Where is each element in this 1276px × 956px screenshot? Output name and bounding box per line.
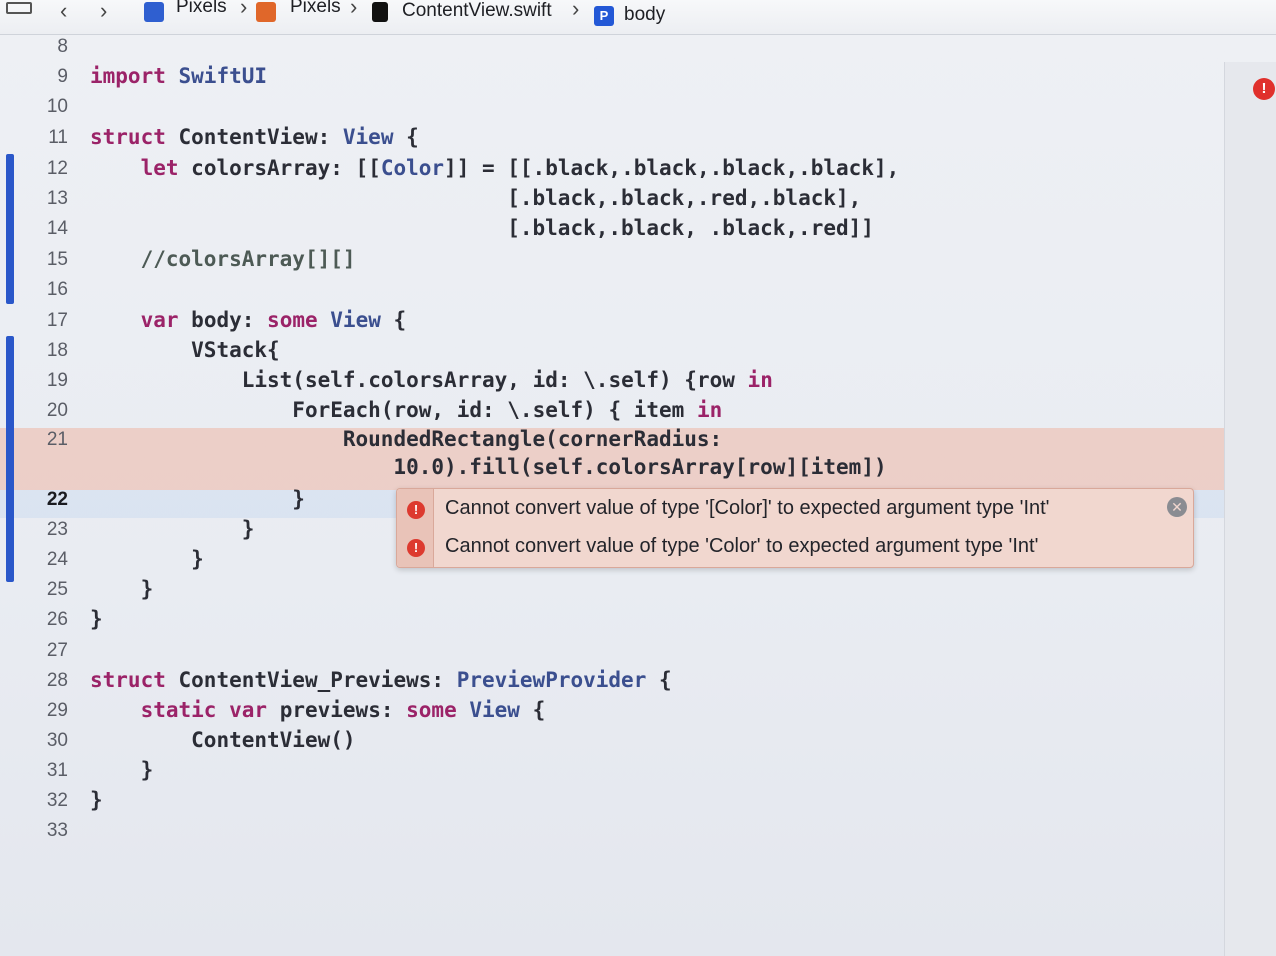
line-number[interactable]: 22 (20, 489, 68, 511)
jumpbar-item-file[interactable]: ContentView.swift (402, 0, 552, 28)
line-number[interactable]: 13 (20, 188, 68, 210)
back-chevron-icon[interactable]: ‹ (60, 0, 67, 24)
line-number[interactable]: 11 (20, 127, 68, 149)
code-line[interactable]: [.black,.black, .black,.red]] (90, 216, 874, 240)
code-line[interactable]: } (90, 607, 103, 631)
separator-chevron-icon: › (240, 0, 248, 19)
code-line[interactable]: } (90, 577, 154, 601)
separator-chevron-icon: › (350, 0, 358, 19)
code-line[interactable]: List(self.colorsArray, id: \.self) {row … (90, 368, 773, 392)
line-number[interactable]: 12 (20, 158, 68, 180)
line-number[interactable]: 31 (20, 760, 68, 782)
line-number[interactable]: 20 (20, 400, 68, 422)
separator-chevron-icon: › (572, 0, 580, 21)
code-line[interactable]: ContentView() (90, 728, 355, 752)
code-line[interactable]: [.black,.black,.red,.black], (90, 186, 861, 210)
code-line[interactable]: //colorsArray[][] (90, 247, 356, 271)
line-number[interactable]: 27 (20, 640, 68, 662)
line-number[interactable]: 16 (20, 279, 68, 301)
group-folder-icon (256, 2, 276, 22)
code-line[interactable]: ForEach(row, id: \.self) { item in (90, 398, 722, 422)
error-message-row[interactable]: ! Cannot convert value of type 'Color' t… (397, 529, 1193, 565)
jumpbar-item-symbol[interactable]: body (624, 2, 665, 32)
minimap-rail[interactable]: ! (1224, 62, 1276, 956)
code-line[interactable]: } (90, 758, 154, 782)
change-indicator-bar[interactable] (6, 154, 14, 304)
code-line[interactable]: var body: some View { (90, 308, 407, 332)
line-number[interactable]: 28 (20, 670, 68, 692)
code-line[interactable]: struct ContentView_Previews: PreviewProv… (90, 668, 672, 692)
error-icon: ! (407, 539, 425, 557)
code-line[interactable]: struct ContentView: View { (90, 125, 419, 149)
close-circle-icon[interactable]: ✕ (1167, 497, 1187, 517)
code-line[interactable]: 10.0).fill(self.colorsArray[row][item]) (90, 455, 886, 479)
line-number[interactable]: 30 (20, 730, 68, 752)
jumpbar-item-project[interactable]: Pixels (176, 0, 227, 24)
line-number[interactable]: 33 (20, 820, 68, 842)
code-line[interactable]: } (90, 788, 103, 812)
error-badge-icon[interactable]: ! (1253, 78, 1275, 100)
code-line[interactable]: } (90, 517, 255, 541)
forward-chevron-icon[interactable]: › (100, 0, 107, 24)
code-line[interactable]: } (90, 487, 305, 511)
line-number[interactable]: 9 (20, 66, 68, 88)
line-number[interactable]: 24 (20, 549, 68, 571)
code-line[interactable]: import SwiftUI (90, 64, 267, 88)
code-line[interactable]: RoundedRectangle(cornerRadius: (90, 427, 722, 451)
jump-bar: ‹ › Pixels › Pixels › ContentView.swift … (0, 0, 1276, 35)
project-folder-icon (144, 2, 164, 22)
error-message: Cannot convert value of type 'Color' to … (445, 535, 1039, 557)
error-popover: ! Cannot convert value of type '[Color]'… (396, 488, 1194, 568)
error-message: Cannot convert value of type '[Color]' t… (445, 497, 1050, 519)
jumpbar-item-group[interactable]: Pixels (290, 0, 341, 24)
line-number[interactable]: 21 (20, 429, 68, 451)
error-message-row[interactable]: ! Cannot convert value of type '[Color]'… (397, 491, 1193, 527)
line-number[interactable]: 15 (20, 249, 68, 271)
related-items-grid-icon[interactable] (6, 2, 32, 14)
line-number[interactable]: 17 (20, 310, 68, 332)
code-line[interactable]: VStack{ (90, 338, 280, 362)
error-icon: ! (407, 501, 425, 519)
line-number[interactable]: 32 (20, 790, 68, 812)
code-line[interactable]: static var previews: some View { (90, 698, 546, 722)
line-number[interactable]: 29 (20, 700, 68, 722)
line-number[interactable]: 8 (20, 36, 68, 58)
change-indicator-bar[interactable] (6, 336, 14, 582)
line-number[interactable]: 18 (20, 340, 68, 362)
code-line[interactable]: let colorsArray: [[Color]] = [[.black,.b… (90, 156, 900, 180)
property-icon: P (594, 6, 614, 26)
swift-file-icon (372, 2, 388, 22)
line-number[interactable]: 10 (20, 96, 68, 118)
code-line[interactable]: } (90, 547, 204, 571)
line-number[interactable]: 26 (20, 609, 68, 631)
line-number[interactable]: 19 (20, 370, 68, 392)
line-number[interactable]: 14 (20, 218, 68, 240)
line-number[interactable]: 25 (20, 579, 68, 601)
line-number[interactable]: 23 (20, 519, 68, 541)
